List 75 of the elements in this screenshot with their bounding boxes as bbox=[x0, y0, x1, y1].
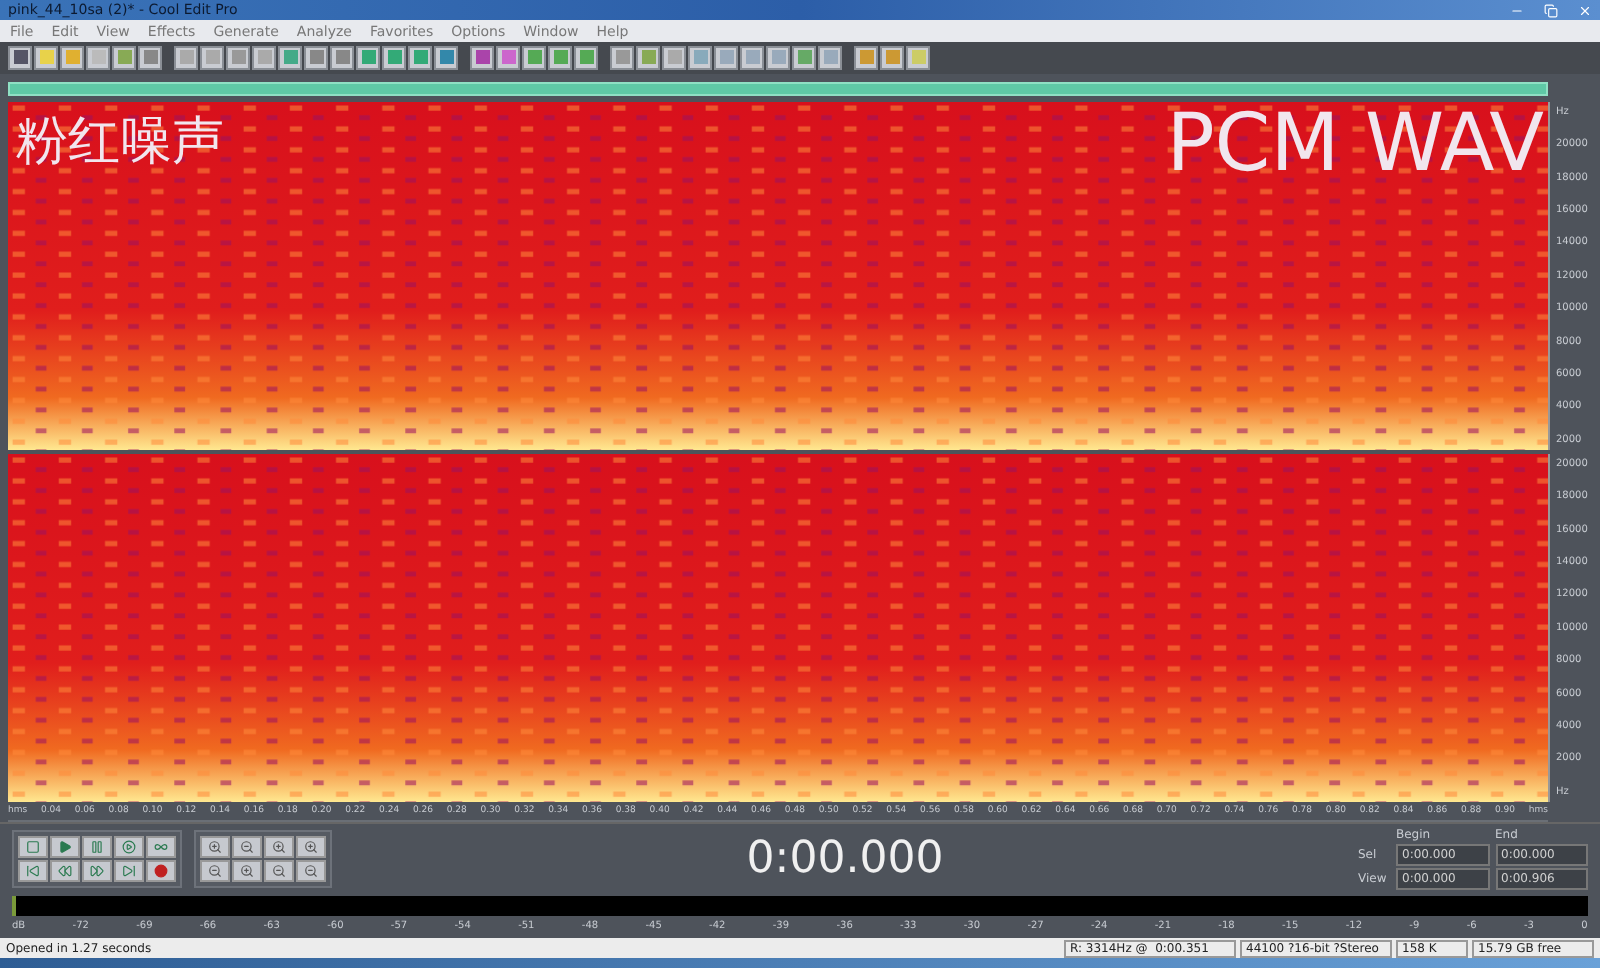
transport-button[interactable] bbox=[18, 860, 48, 883]
zoom-in-icon bbox=[304, 840, 318, 855]
toolbar-button[interactable] bbox=[548, 45, 572, 70]
toolbar-button[interactable] bbox=[60, 45, 84, 70]
toolbar-button[interactable] bbox=[34, 45, 58, 70]
zoom-button[interactable] bbox=[232, 860, 262, 883]
toolbar-button[interactable] bbox=[382, 45, 406, 70]
play-icon bbox=[58, 840, 72, 855]
toolbar-button[interactable] bbox=[174, 45, 198, 70]
toolbar-button[interactable] bbox=[714, 45, 738, 70]
toolbar-button[interactable] bbox=[496, 45, 520, 70]
loop-icon bbox=[154, 840, 168, 855]
zoom-out-icon bbox=[240, 840, 254, 855]
toolbar-button[interactable] bbox=[766, 45, 790, 70]
play-circle-icon bbox=[122, 840, 136, 855]
close-icon[interactable] bbox=[1578, 3, 1592, 18]
toolbar-button[interactable] bbox=[200, 45, 224, 70]
fast-forward-icon bbox=[90, 864, 104, 879]
transport-button[interactable] bbox=[18, 836, 48, 859]
zoom-out-icon bbox=[208, 864, 222, 879]
toolbar-button[interactable] bbox=[818, 45, 842, 70]
transport-button[interactable] bbox=[114, 836, 144, 859]
skip-back-icon bbox=[26, 864, 40, 879]
zoom-in-icon bbox=[240, 864, 254, 879]
transport-button[interactable] bbox=[114, 860, 144, 883]
transport-button[interactable] bbox=[146, 836, 176, 859]
toolbar-button[interactable] bbox=[278, 45, 302, 70]
toolbar-button[interactable] bbox=[880, 45, 904, 70]
zoom-out-icon bbox=[304, 864, 318, 879]
transport-button[interactable] bbox=[82, 860, 112, 883]
toolbar-button[interactable] bbox=[740, 45, 764, 70]
toolbar-button[interactable] bbox=[792, 45, 816, 70]
zoom-out-icon bbox=[272, 864, 286, 879]
transport-button[interactable] bbox=[82, 836, 112, 859]
stop-icon bbox=[26, 840, 40, 855]
overlay-caption: 粉红噪声 bbox=[16, 109, 224, 176]
transport-button[interactable] bbox=[146, 860, 176, 883]
toolbar-button[interactable] bbox=[906, 45, 930, 70]
toolbar-button[interactable] bbox=[688, 45, 712, 70]
toolbar-button[interactable] bbox=[574, 45, 598, 70]
zoom-in-icon bbox=[208, 840, 222, 855]
zoom-button[interactable] bbox=[296, 836, 326, 859]
toolbar-button[interactable] bbox=[636, 45, 660, 70]
zoom-button[interactable] bbox=[264, 860, 294, 883]
toolbar-button[interactable] bbox=[662, 45, 686, 70]
pause-icon bbox=[90, 840, 104, 855]
overlay-caption: PCM WAV bbox=[1166, 101, 1544, 190]
time-readout: 0:00.000 bbox=[746, 834, 944, 885]
skip-forward-icon bbox=[122, 864, 136, 879]
zoom-in-icon bbox=[272, 840, 286, 855]
toolbar-button[interactable] bbox=[854, 45, 878, 70]
toolbar-button[interactable] bbox=[252, 45, 276, 70]
toolbar-button[interactable] bbox=[434, 45, 458, 70]
transport-button[interactable] bbox=[50, 860, 80, 883]
zoom-button[interactable] bbox=[200, 836, 230, 859]
toolbar-button[interactable] bbox=[408, 45, 432, 70]
toolbar-button[interactable] bbox=[356, 45, 380, 70]
toolbar-button[interactable] bbox=[470, 45, 494, 70]
zoom-button[interactable] bbox=[232, 836, 262, 859]
zoom-button[interactable] bbox=[264, 836, 294, 859]
restore-icon[interactable] bbox=[1544, 3, 1558, 18]
transport-button[interactable] bbox=[50, 836, 80, 859]
record-icon bbox=[154, 864, 168, 879]
zoom-button[interactable] bbox=[296, 860, 326, 883]
toolbar-button[interactable] bbox=[138, 45, 162, 70]
rewind-icon bbox=[58, 864, 72, 879]
toolbar-button[interactable] bbox=[304, 45, 328, 70]
toolbar-button[interactable] bbox=[522, 45, 546, 70]
toolbar-button[interactable] bbox=[112, 45, 136, 70]
toolbar-button[interactable] bbox=[86, 45, 110, 70]
toolbar-button[interactable] bbox=[330, 45, 354, 70]
toolbar-button[interactable] bbox=[226, 45, 250, 70]
zoom-button[interactable] bbox=[200, 860, 230, 883]
toolbar-button[interactable] bbox=[8, 45, 32, 70]
toolbar-button[interactable] bbox=[610, 45, 634, 70]
